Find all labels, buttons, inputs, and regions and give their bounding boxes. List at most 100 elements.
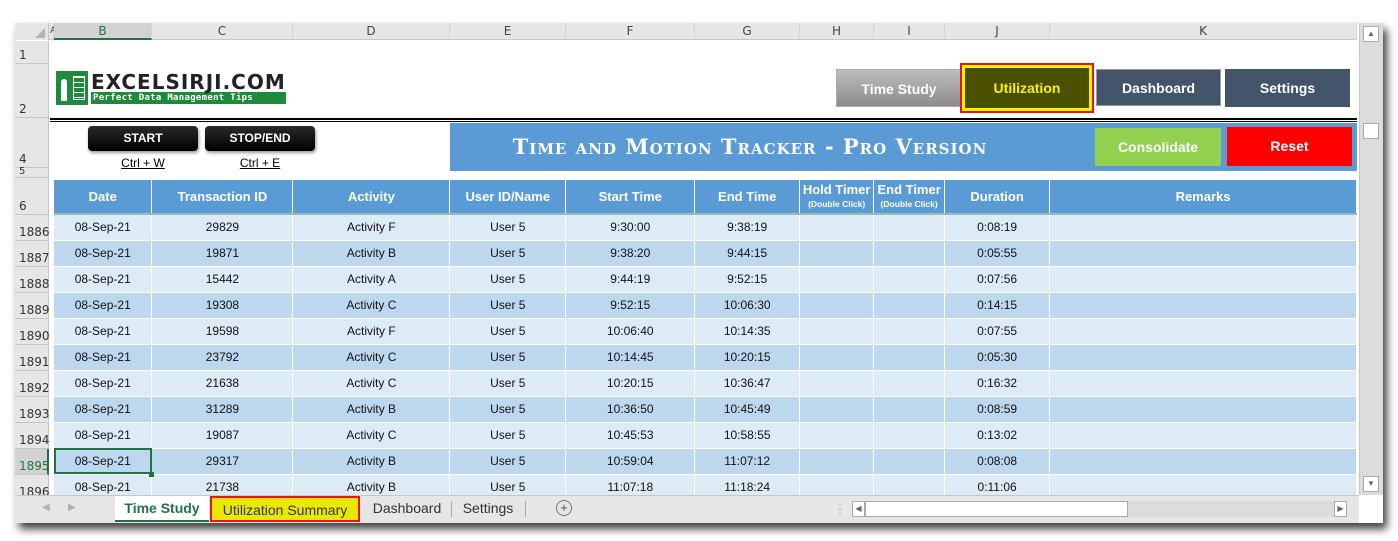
cell-start[interactable]: 9:44:19 [565,266,696,293]
stop-end-button[interactable]: STOP/END [205,126,315,151]
cell-id[interactable]: 19308 [151,292,294,319]
row-header[interactable]: 1894 [15,423,50,449]
cell-endtimer[interactable] [873,448,946,475]
cell-hold[interactable] [799,240,875,267]
tab-time-study[interactable]: Time Study [115,496,209,522]
cell-id[interactable]: 15442 [151,266,294,293]
cell-hold[interactable] [799,214,875,241]
cell-user[interactable]: User 5 [449,292,567,319]
reset-button[interactable]: Reset [1227,127,1352,166]
cell-start[interactable]: 9:30:00 [565,214,696,241]
cell-endtimer[interactable] [873,266,946,293]
cell-start[interactable]: 10:59:04 [565,448,696,475]
cell-activity[interactable]: Activity B [292,448,451,475]
row-header[interactable]: 1887 [15,241,50,267]
column-header-j[interactable]: J [945,23,1050,40]
column-header-d[interactable]: D [293,23,450,40]
cell-date[interactable]: 08-Sep-21 [54,240,153,267]
select-all-corner[interactable] [15,23,49,40]
row-header[interactable]: 1895 [15,449,50,475]
cell-start[interactable]: 10:14:45 [565,344,696,371]
horizontal-scrollbar[interactable]: ◀ ▶ [852,501,1347,517]
cell-end[interactable]: 10:14:35 [694,318,801,345]
cell-date[interactable]: 08-Sep-21 [54,474,153,495]
row-header[interactable]: 1886 [15,215,50,241]
tab-utilization-summary[interactable]: Utilization Summary [210,496,360,522]
cell-hold[interactable] [799,370,875,397]
cell-id[interactable]: 31289 [151,396,294,423]
cell-date[interactable]: 08-Sep-21 [54,266,153,293]
column-header-i[interactable]: I [874,23,945,40]
cell-end[interactable]: 10:06:30 [694,292,801,319]
cell-start[interactable]: 10:06:40 [565,318,696,345]
cell-start[interactable]: 10:45:53 [565,422,696,449]
cell-endtimer[interactable] [873,214,946,241]
cell-endtimer[interactable] [873,396,946,423]
column-header-k[interactable]: K [1050,23,1357,40]
cell-end[interactable]: 10:45:49 [694,396,801,423]
cell-activity[interactable]: Activity B [292,240,451,267]
cell-remarks[interactable] [1049,422,1357,449]
cell-user[interactable]: User 5 [449,396,567,423]
row-header[interactable]: 1891 [15,345,50,371]
cell-hold[interactable] [799,292,875,319]
cell-user[interactable]: User 5 [449,214,567,241]
scroll-up-icon[interactable]: ▲ [1363,26,1379,42]
cell-hold[interactable] [799,396,875,423]
cell-date[interactable]: 08-Sep-21 [54,344,153,371]
cell-duration[interactable]: 0:07:55 [944,318,1051,345]
nav-time-study-button[interactable]: Time Study [836,69,962,107]
cell-activity[interactable]: Activity C [292,344,451,371]
cell-date[interactable]: 08-Sep-21 [54,214,153,241]
cell-hold[interactable] [799,422,875,449]
cell-id[interactable]: 23792 [151,344,294,371]
cell-duration[interactable]: 0:13:02 [944,422,1051,449]
cell-date[interactable]: 08-Sep-21 [54,422,153,449]
cell-duration[interactable]: 0:08:08 [944,448,1051,475]
horizontal-scroll-thumb[interactable] [865,501,1128,517]
cell-end[interactable]: 9:38:19 [694,214,801,241]
split-handle-icon[interactable]: ⋮ [834,502,846,516]
cell-start[interactable]: 11:07:18 [565,474,696,495]
cell-remarks[interactable] [1049,448,1357,475]
cell-date[interactable]: 08-Sep-21 [54,396,153,423]
row-header[interactable]: 1888 [15,267,50,293]
column-header-b[interactable]: B [54,23,152,40]
cell-id[interactable]: 21738 [151,474,294,495]
scroll-down-icon[interactable]: ▼ [1363,476,1379,492]
cell-user[interactable]: User 5 [449,318,567,345]
cell-remarks[interactable] [1049,474,1357,495]
tab-dashboard[interactable]: Dashboard [365,496,449,522]
cell-endtimer[interactable] [873,344,946,371]
cell-activity[interactable]: Activity C [292,370,451,397]
vertical-scroll-thumb[interactable] [1363,123,1379,139]
cell-endtimer[interactable] [873,474,946,495]
cell-user[interactable]: User 5 [449,474,567,495]
cell-duration[interactable]: 0:05:55 [944,240,1051,267]
row-header[interactable]: 5 [15,167,49,178]
scroll-left-icon[interactable]: ◀ [852,501,865,517]
cell-activity[interactable]: Activity C [292,422,451,449]
cell-duration[interactable]: 0:16:32 [944,370,1051,397]
cell-activity[interactable]: Activity B [292,396,451,423]
cell-hold[interactable] [799,344,875,371]
cell-date[interactable]: 08-Sep-21 [54,370,153,397]
row-header[interactable]: 1892 [15,371,50,397]
cell-end[interactable]: 9:44:15 [694,240,801,267]
row-header[interactable]: 1893 [15,397,50,423]
cell-endtimer[interactable] [873,292,946,319]
cell-end[interactable]: 10:20:15 [694,344,801,371]
cell-id[interactable]: 21638 [151,370,294,397]
column-header-c[interactable]: C [152,23,293,40]
cell-duration[interactable]: 0:14:15 [944,292,1051,319]
cell-end[interactable]: 11:07:12 [694,448,801,475]
cell-id[interactable]: 29317 [151,448,294,475]
nav-dashboard-button[interactable]: Dashboard [1096,69,1221,106]
row-header[interactable]: 1 [15,41,49,64]
cell-user[interactable]: User 5 [449,240,567,267]
column-header-h[interactable]: H [800,23,874,40]
cell-duration[interactable]: 0:11:06 [944,474,1051,495]
column-header-e[interactable]: E [450,23,566,40]
cell-hold[interactable] [799,474,875,495]
cell-remarks[interactable] [1049,240,1357,267]
